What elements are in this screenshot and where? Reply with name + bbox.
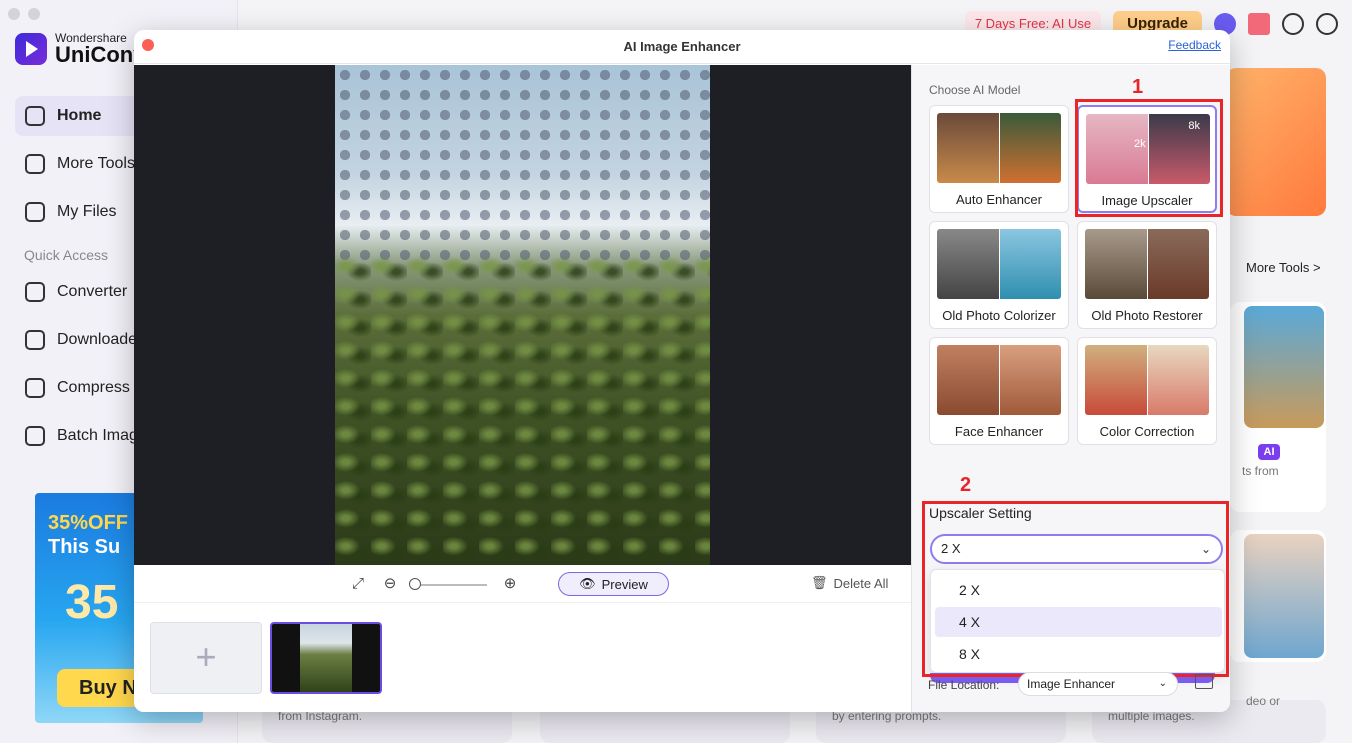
fit-screen-icon[interactable]: ⤢ bbox=[349, 575, 367, 593]
tool-card-desc: ts from bbox=[1242, 464, 1279, 478]
ai-image-enhancer-dialog: AI Image Enhancer Feedback ⤢ ⊖ ⊕ 👁 Previ… bbox=[134, 30, 1230, 712]
annotation-box-1 bbox=[1075, 99, 1223, 217]
preview-button[interactable]: 👁 Preview bbox=[558, 572, 669, 596]
sky-pattern bbox=[335, 65, 710, 265]
model-label: Color Correction bbox=[1099, 424, 1195, 439]
face-enhancer-thumb bbox=[937, 345, 1061, 415]
annotation-number-1: 1 bbox=[1132, 76, 1144, 98]
choose-ai-model-heading: Choose AI Model bbox=[929, 83, 1021, 97]
quick-access-heading: Quick Access bbox=[24, 247, 109, 263]
settings-panel: Choose AI Model Auto Enhancer 8k 2k Imag… bbox=[911, 65, 1230, 712]
image-preview-area[interactable] bbox=[134, 65, 911, 565]
model-card-old-photo-restorer[interactable]: Old Photo Restorer bbox=[1077, 221, 1217, 329]
sidebar-item-label: Compress bbox=[57, 379, 130, 396]
file-location-value: Image Enhancer bbox=[1027, 677, 1116, 691]
folder-icon[interactable] bbox=[1195, 674, 1213, 689]
batch-image-icon bbox=[25, 426, 45, 446]
tool-card-banner[interactable] bbox=[1226, 68, 1326, 216]
model-label: Auto Enhancer bbox=[955, 192, 1042, 207]
chevron-down-icon: ⌄ bbox=[1158, 678, 1167, 689]
sidebar-item-label: More Tools bbox=[57, 155, 135, 172]
thumbnail-strip: + bbox=[134, 603, 911, 712]
annotation-number-2: 2 bbox=[960, 474, 972, 496]
sidebar-item-label: My Files bbox=[57, 203, 117, 220]
feedback-link[interactable]: Feedback bbox=[1168, 38, 1221, 52]
file-icon bbox=[25, 202, 45, 222]
sidebar-item-label: Home bbox=[57, 107, 102, 124]
promo-title: 35%OFF This Su bbox=[48, 511, 128, 559]
model-card-color-correction[interactable]: Color Correction bbox=[1077, 337, 1217, 445]
tool-card-image bbox=[1244, 534, 1324, 658]
model-card-auto-enhancer[interactable]: Auto Enhancer bbox=[929, 105, 1069, 213]
sidebar-item-label: Downloade bbox=[57, 331, 138, 348]
dialog-title: AI Image Enhancer bbox=[623, 39, 741, 54]
toolbox-icon bbox=[25, 154, 45, 174]
compress-icon bbox=[25, 378, 45, 398]
zoom-in-icon[interactable]: ⊕ bbox=[501, 575, 519, 593]
auto-enhancer-thumb bbox=[937, 113, 1061, 183]
uniconverter-logo-icon bbox=[15, 33, 47, 65]
gift-icon[interactable] bbox=[1248, 13, 1270, 35]
model-label: Old Photo Colorizer bbox=[942, 308, 1056, 323]
converter-icon bbox=[25, 282, 45, 302]
annotation-box-2 bbox=[922, 501, 1229, 677]
promo-discount: 35%OFF bbox=[48, 512, 129, 534]
model-card-old-photo-colorizer[interactable]: Old Photo Colorizer bbox=[929, 221, 1069, 329]
thumbnail-image bbox=[300, 624, 352, 692]
promo-big-number: 35 bbox=[65, 576, 119, 629]
support-icon[interactable] bbox=[1316, 13, 1338, 35]
more-tools-link[interactable]: More Tools > bbox=[1246, 260, 1321, 275]
colorizer-thumb bbox=[937, 229, 1061, 299]
tool-card[interactable] bbox=[1230, 530, 1326, 662]
zoom-slider-handle[interactable] bbox=[409, 578, 421, 590]
promo-subtitle: This Su bbox=[48, 536, 121, 558]
sidebar-item-label: Batch Imag bbox=[57, 427, 138, 444]
file-location-select[interactable]: Image Enhancer ⌄ bbox=[1018, 672, 1178, 696]
trash-icon: 🗑 bbox=[811, 575, 828, 590]
sidebar-item-label: Converter bbox=[57, 283, 128, 300]
delete-all-button[interactable]: 🗑 Delete All bbox=[811, 575, 888, 591]
dialog-header: AI Image Enhancer Feedback bbox=[134, 30, 1230, 64]
add-image-button[interactable]: + bbox=[150, 622, 262, 694]
window-minimize-button[interactable] bbox=[28, 8, 40, 20]
preview-image bbox=[335, 65, 710, 565]
delete-all-label: Delete All bbox=[833, 575, 889, 591]
tool-card[interactable]: AI ts from bbox=[1230, 302, 1326, 512]
color-correction-thumb bbox=[1085, 345, 1209, 415]
chat-icon[interactable] bbox=[1282, 13, 1304, 35]
zoom-slider-track[interactable] bbox=[415, 584, 487, 586]
tool-card-image bbox=[1244, 306, 1324, 428]
restorer-thumb bbox=[1085, 229, 1209, 299]
tool-card-desc: deo or bbox=[1246, 694, 1281, 708]
model-card-face-enhancer[interactable]: Face Enhancer bbox=[929, 337, 1069, 445]
model-label: Face Enhancer bbox=[954, 424, 1044, 439]
file-location-label: File Location: bbox=[928, 678, 1000, 692]
preview-button-label: Preview bbox=[601, 576, 648, 592]
model-label: Old Photo Restorer bbox=[1091, 308, 1203, 323]
field-texture bbox=[335, 255, 710, 565]
ai-badge: AI bbox=[1258, 444, 1280, 460]
window-controls bbox=[8, 8, 40, 20]
download-icon bbox=[25, 330, 45, 350]
zoom-out-icon[interactable]: ⊖ bbox=[381, 575, 399, 593]
image-thumbnail[interactable] bbox=[270, 622, 382, 694]
window-close-button[interactable] bbox=[8, 8, 20, 20]
home-icon bbox=[25, 106, 45, 126]
eye-icon: 👁 bbox=[579, 576, 596, 591]
preview-toolbar: ⤢ ⊖ ⊕ 👁 Preview 🗑 Delete All bbox=[134, 565, 911, 603]
